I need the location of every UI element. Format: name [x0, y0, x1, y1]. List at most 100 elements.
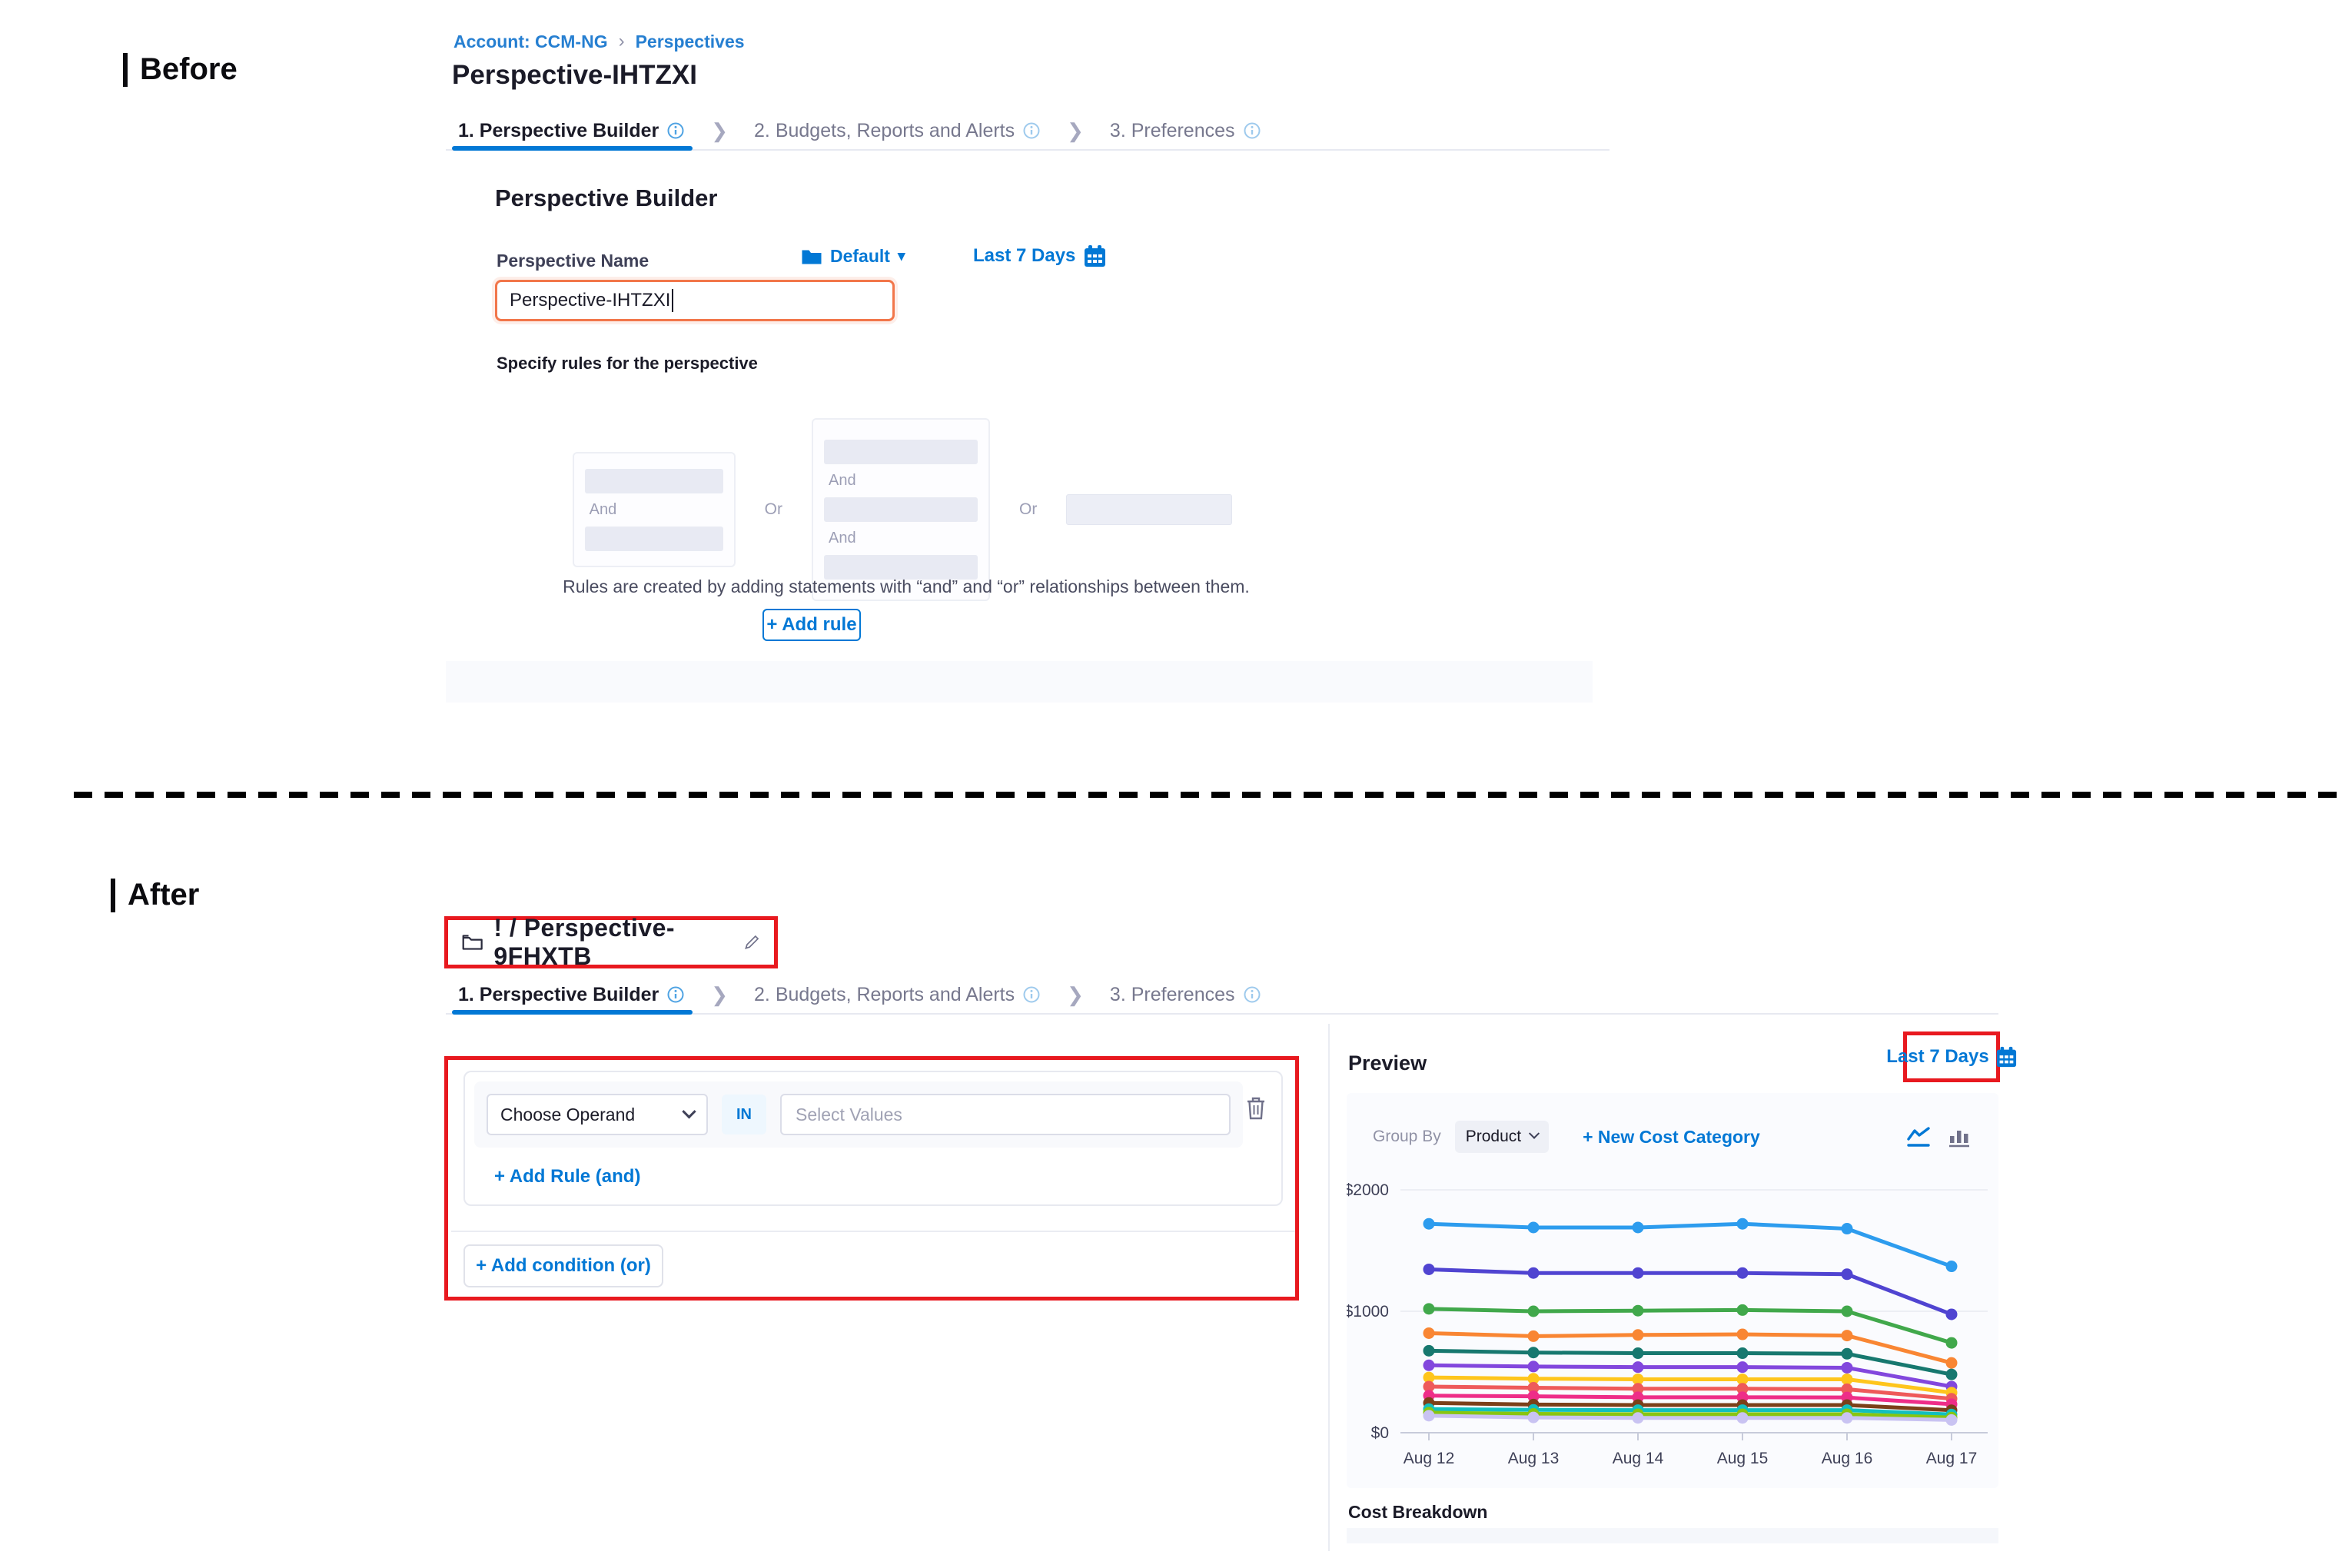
select-values-input[interactable] — [780, 1094, 1231, 1135]
date-range-picker[interactable]: Last 7 Days — [973, 244, 1106, 267]
perspective-title: ! / Perspective-9FHXTB — [493, 914, 732, 971]
svg-text:Aug 15: Aug 15 — [1717, 1450, 1769, 1467]
chevron-down-icon — [682, 1105, 696, 1118]
cost-breakdown-heading: Cost Breakdown — [1348, 1502, 1487, 1523]
svg-text:$0: $0 — [1371, 1424, 1389, 1442]
rules-helper-text: Rules are created by adding statements w… — [495, 576, 1317, 597]
info-icon[interactable] — [666, 985, 685, 1004]
tab-label: 2. Budgets, Reports and Alerts — [754, 120, 1015, 142]
after-label-text: After — [128, 878, 199, 912]
trash-icon[interactable] — [1244, 1095, 1267, 1121]
chevron-right-icon: ❯ — [1067, 119, 1084, 143]
chart-toolbar: Group By Product + New Cost Category — [1373, 1121, 1972, 1153]
before-footer-strip — [446, 661, 1593, 703]
placeholder-statement-bar — [824, 440, 978, 464]
rule-condition-card: Choose Operand IN + Add Rule (and) — [463, 1071, 1283, 1206]
chevron-right-icon: ❯ — [711, 119, 728, 143]
rule-row: Choose Operand IN — [474, 1081, 1243, 1148]
perspective-name-label: Perspective Name — [497, 251, 649, 271]
preview-date-range-picker[interactable]: Last 7 Days — [1886, 1046, 2016, 1068]
add-condition-or-button[interactable]: + Add condition (or) — [463, 1244, 663, 1287]
group-by-label: Group By — [1373, 1128, 1441, 1146]
tab-label: 2. Budgets, Reports and Alerts — [754, 984, 1015, 1006]
info-icon[interactable] — [1243, 121, 1261, 140]
svg-text:Aug 17: Aug 17 — [1926, 1450, 1978, 1467]
active-tab-underline — [452, 1010, 693, 1015]
preview-date-annotation: Last 7 Days — [1903, 1031, 2000, 1082]
placeholder-statement-bar — [585, 469, 723, 493]
perspective-name-input[interactable]: Perspective-IHTZXI — [495, 280, 895, 321]
label-bar — [123, 53, 128, 87]
placeholder-statement-bar — [1066, 494, 1232, 525]
placeholder-or-label: Or — [765, 500, 782, 519]
breadcrumb-separator-icon: › — [619, 31, 625, 52]
page-title: Perspective-IHTZXI — [452, 60, 697, 91]
preview-pane: Preview Last 7 Days Group By Product + N… — [1328, 1024, 2002, 1551]
placeholder-and-label: And — [824, 530, 978, 547]
cost-breakdown-card-top — [1347, 1528, 1998, 1543]
before-after-divider — [74, 792, 2346, 798]
new-cost-category-link[interactable]: + New Cost Category — [1583, 1127, 1760, 1148]
placeholder-rule-group: And And — [812, 418, 990, 601]
calendar-icon — [1995, 1046, 2017, 1068]
wizard-tabs: 1. Perspective Builder ❯ 2. Budgets, Rep… — [446, 112, 1610, 149]
folder-selector-value: Default — [830, 246, 890, 267]
info-icon[interactable] — [1243, 985, 1261, 1004]
tab-budgets-reports-alerts[interactable]: 2. Budgets, Reports and Alerts — [754, 976, 1041, 1013]
after-section-label: After — [111, 878, 199, 912]
breadcrumb-account-link[interactable]: Account: CCM-NG — [453, 32, 608, 52]
placeholder-statement-bar — [585, 527, 723, 551]
add-rule-button[interactable]: + Add rule — [762, 609, 861, 641]
folder-icon — [801, 247, 822, 266]
calendar-icon — [1083, 244, 1106, 267]
svg-text:Aug 12: Aug 12 — [1404, 1450, 1455, 1467]
caret-down-icon: ▾ — [898, 247, 905, 265]
info-icon[interactable] — [1022, 121, 1041, 140]
line-chart-toggle-icon[interactable] — [1905, 1125, 1932, 1148]
add-rule-and-link[interactable]: + Add Rule (and) — [494, 1166, 640, 1188]
svg-text:Aug 14: Aug 14 — [1613, 1450, 1664, 1467]
tab-perspective-builder[interactable]: 1. Perspective Builder — [458, 976, 685, 1013]
preview-line-chart: $0 $1000 $2000 Aug 12 Aug 13 Aug 14 Aug 15 Aug … — [1347, 1167, 1998, 1474]
breadcrumb: Account: CCM-NG › Perspectives — [453, 31, 745, 52]
info-icon[interactable] — [666, 121, 685, 140]
placeholder-or-label: Or — [1019, 500, 1037, 519]
wizard-tabs-after: 1. Perspective Builder ❯ 2. Budgets, Rep… — [446, 976, 1998, 1013]
perspective-name-input-value: Perspective-IHTZXI — [510, 290, 670, 311]
text-cursor — [672, 289, 673, 312]
operand-select[interactable]: Choose Operand — [487, 1094, 708, 1135]
active-tab-underline — [452, 146, 693, 151]
rule-builder-annotation: Choose Operand IN + Add Rule (and) + Add… — [444, 1056, 1299, 1301]
chevron-right-icon: ❯ — [1067, 983, 1084, 1007]
placeholder-statement-bar — [824, 497, 978, 522]
rules-placeholder-illustration: And Or And And Or — [495, 418, 1310, 601]
tab-preferences[interactable]: 3. Preferences — [1110, 112, 1261, 149]
tab-perspective-builder[interactable]: 1. Perspective Builder — [458, 112, 685, 149]
info-icon[interactable] — [1022, 985, 1041, 1004]
before-screenshot: Account: CCM-NG › Perspectives Perspecti… — [446, 18, 1610, 703]
before-label-text: Before — [140, 52, 238, 87]
tab-label: 3. Preferences — [1110, 984, 1235, 1006]
group-by-dropdown[interactable]: Product — [1455, 1121, 1549, 1153]
svg-text:$2000: $2000 — [1347, 1181, 1389, 1199]
placeholder-and-label: And — [824, 472, 978, 490]
edit-pencil-icon[interactable] — [743, 932, 760, 952]
tab-budgets-reports-alerts[interactable]: 2. Budgets, Reports and Alerts — [754, 112, 1041, 149]
breadcrumb-perspectives-link[interactable]: Perspectives — [636, 32, 745, 52]
svg-text:$1000: $1000 — [1347, 1303, 1389, 1321]
label-bar — [111, 879, 115, 912]
svg-text:Aug 13: Aug 13 — [1508, 1450, 1560, 1467]
builder-heading: Perspective Builder — [495, 184, 717, 212]
group-by-value: Product — [1466, 1128, 1521, 1146]
preview-heading: Preview — [1348, 1051, 1427, 1075]
bar-chart-toggle-icon[interactable] — [1946, 1125, 1972, 1148]
tab-preferences[interactable]: 3. Preferences — [1110, 976, 1261, 1013]
before-section-label: Before — [123, 52, 238, 87]
operator-chip[interactable]: IN — [722, 1095, 766, 1134]
tab-label: 1. Perspective Builder — [458, 120, 659, 142]
placeholder-and-label: And — [585, 501, 723, 519]
folder-open-icon — [462, 932, 483, 952]
folder-selector[interactable]: Default ▾ — [801, 246, 905, 267]
rules-section-label: Specify rules for the perspective — [497, 354, 758, 374]
operand-select-value: Choose Operand — [500, 1105, 635, 1125]
